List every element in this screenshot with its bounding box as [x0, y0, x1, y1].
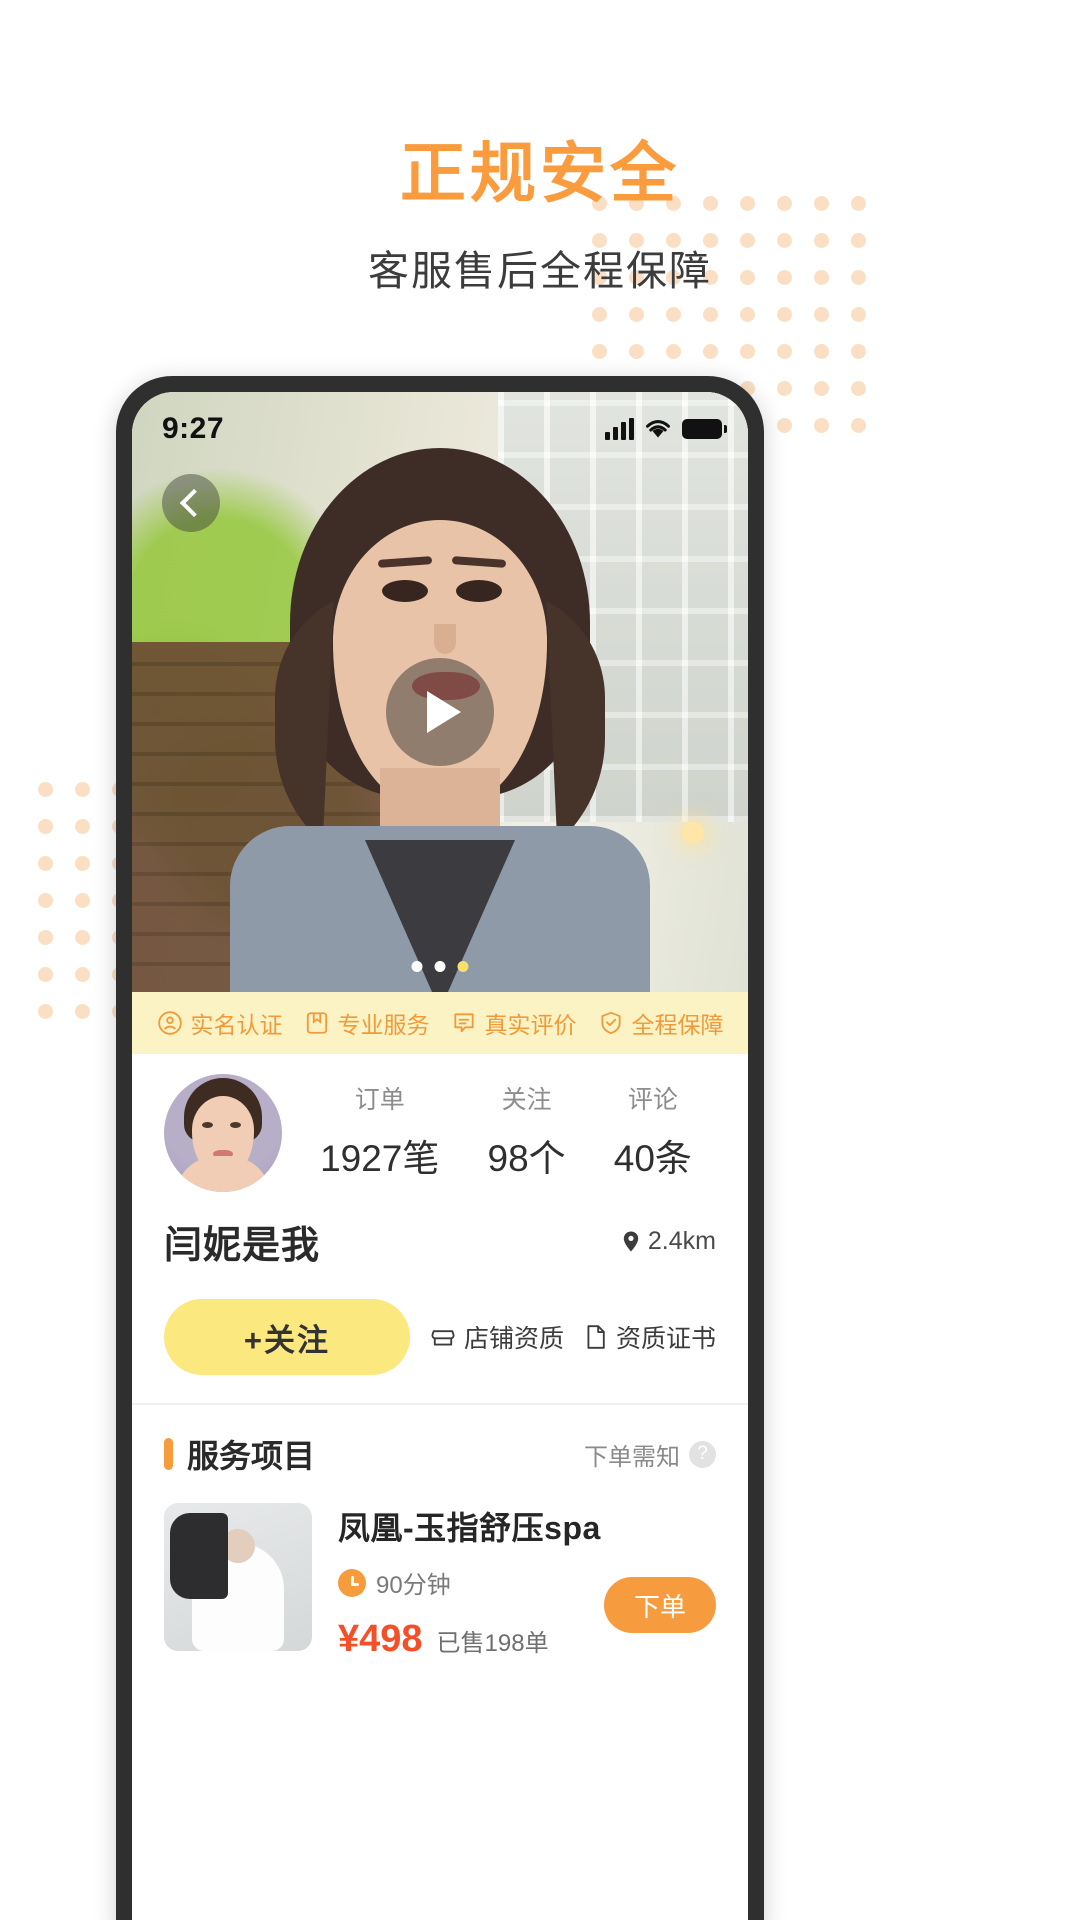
- link-label: 店铺资质: [463, 1325, 564, 1353]
- product-thumbnail[interactable]: [164, 1503, 312, 1651]
- distance-text: 2.4km: [647, 1227, 716, 1255]
- product-info: 凤凰-玉指舒压spa 90分钟 ¥498 已售198单 下单: [338, 1503, 716, 1661]
- certificate-link[interactable]: 资质证书: [584, 1319, 716, 1355]
- badge-label: 真实评价: [484, 1012, 577, 1038]
- service-product-card[interactable]: 凤凰-玉指舒压spa 90分钟 ¥498 已售198单 下单: [164, 1503, 716, 1661]
- promo-page: 正规安全 客服售后全程保障 9:27 实名认证 专业服务 真实评价 全程保障 订…: [0, 0, 1080, 1920]
- clock-icon: [338, 1568, 366, 1597]
- carousel-indicator[interactable]: [411, 961, 469, 972]
- badge-label: 全程保障: [631, 1012, 724, 1038]
- location-pin-icon: [623, 1231, 639, 1251]
- service-section-title: 服务项目: [164, 1431, 315, 1477]
- badge-real-review[interactable]: 真实评价: [451, 1006, 577, 1040]
- shop-icon: [431, 1330, 455, 1346]
- badge-professional-service[interactable]: 专业服务: [304, 1006, 430, 1040]
- trust-badge-strip: 实名认证 专业服务 真实评价 全程保障: [132, 992, 748, 1054]
- status-icons: [605, 418, 727, 440]
- promo-subtitle: 客服售后全程保障: [368, 248, 712, 294]
- section-divider: [132, 1403, 748, 1405]
- question-mark-icon[interactable]: ?: [689, 1440, 716, 1468]
- hero-lamp: [682, 822, 704, 844]
- badge-label: 实名认证: [190, 1012, 283, 1038]
- document-icon: [587, 1325, 605, 1349]
- stat-label: 评论: [627, 1086, 678, 1114]
- duration-text: 90分钟: [376, 1572, 451, 1599]
- status-time: 9:27: [162, 412, 225, 445]
- shield-check-icon: [600, 1011, 621, 1035]
- profile-top-row: 订单 1927笔 关注 98个 评论 40条: [164, 1074, 716, 1192]
- book-service-icon: [306, 1012, 327, 1034]
- stat-value: 98个: [487, 1138, 566, 1179]
- product-name: 凤凰-玉指舒压spa: [338, 1510, 601, 1546]
- back-chevron-icon[interactable]: [162, 474, 220, 532]
- avatar[interactable]: [164, 1074, 282, 1192]
- accent-bar-icon: [164, 1438, 173, 1470]
- badge-full-guarantee[interactable]: 全程保障: [598, 1006, 724, 1040]
- phone-screen: 9:27 实名认证 专业服务 真实评价 全程保障 订单 1927笔 关注 98个…: [132, 392, 748, 1920]
- follow-button[interactable]: +关注: [164, 1299, 410, 1375]
- phone-mockup: 9:27 实名认证 专业服务 真实评价 全程保障 订单 1927笔 关注 98个…: [116, 376, 764, 1920]
- badge-real-name[interactable]: 实名认证: [157, 1006, 283, 1040]
- battery-icon: [682, 419, 727, 439]
- comment-icon: [453, 1013, 474, 1033]
- stat-value: 1927笔: [320, 1138, 440, 1179]
- order-notice-label: 下单需知: [584, 1443, 680, 1471]
- hero-video[interactable]: [132, 392, 748, 992]
- user-verified-icon: [157, 1011, 182, 1035]
- service-section-header: 服务项目 下单需知 ?: [164, 1431, 716, 1477]
- promo-title: 正规安全: [400, 136, 680, 210]
- product-sold-count: 已售198单: [436, 1630, 549, 1657]
- stat-orders[interactable]: 订单 1927笔: [320, 1080, 439, 1182]
- shop-action-row: +关注 店铺资质 资质证书: [164, 1299, 716, 1375]
- stat-value: 40条: [613, 1138, 692, 1179]
- stat-label: 订单: [354, 1086, 405, 1114]
- shop-distance: 2.4km: [621, 1227, 716, 1256]
- order-notice-link[interactable]: 下单需知 ?: [584, 1437, 716, 1472]
- link-label: 资质证书: [615, 1325, 716, 1353]
- stat-label: 关注: [501, 1086, 552, 1114]
- shop-qualification-link[interactable]: 店铺资质: [430, 1319, 564, 1355]
- badge-label: 专业服务: [337, 1012, 430, 1038]
- stat-reviews[interactable]: 评论 40条: [614, 1080, 692, 1182]
- signal-bars-icon: [605, 418, 634, 440]
- shop-name-row: 闫妮是我 2.4km: [164, 1214, 716, 1269]
- status-bar: 9:27: [132, 392, 748, 454]
- product-price: ¥498: [338, 1618, 423, 1660]
- shop-profile: 订单 1927笔 关注 98个 评论 40条 闫妮是我 2.4km +关注 店铺…: [132, 1054, 748, 1661]
- shop-name: 闫妮是我: [164, 1225, 321, 1267]
- play-icon[interactable]: [386, 658, 494, 766]
- shop-stats: 订单 1927笔 关注 98个 评论 40条: [282, 1074, 716, 1182]
- stat-follows[interactable]: 关注 98个: [488, 1080, 566, 1182]
- service-title-text: 服务项目: [187, 1438, 316, 1474]
- wifi-icon: [646, 420, 670, 438]
- order-button[interactable]: 下单: [604, 1577, 716, 1633]
